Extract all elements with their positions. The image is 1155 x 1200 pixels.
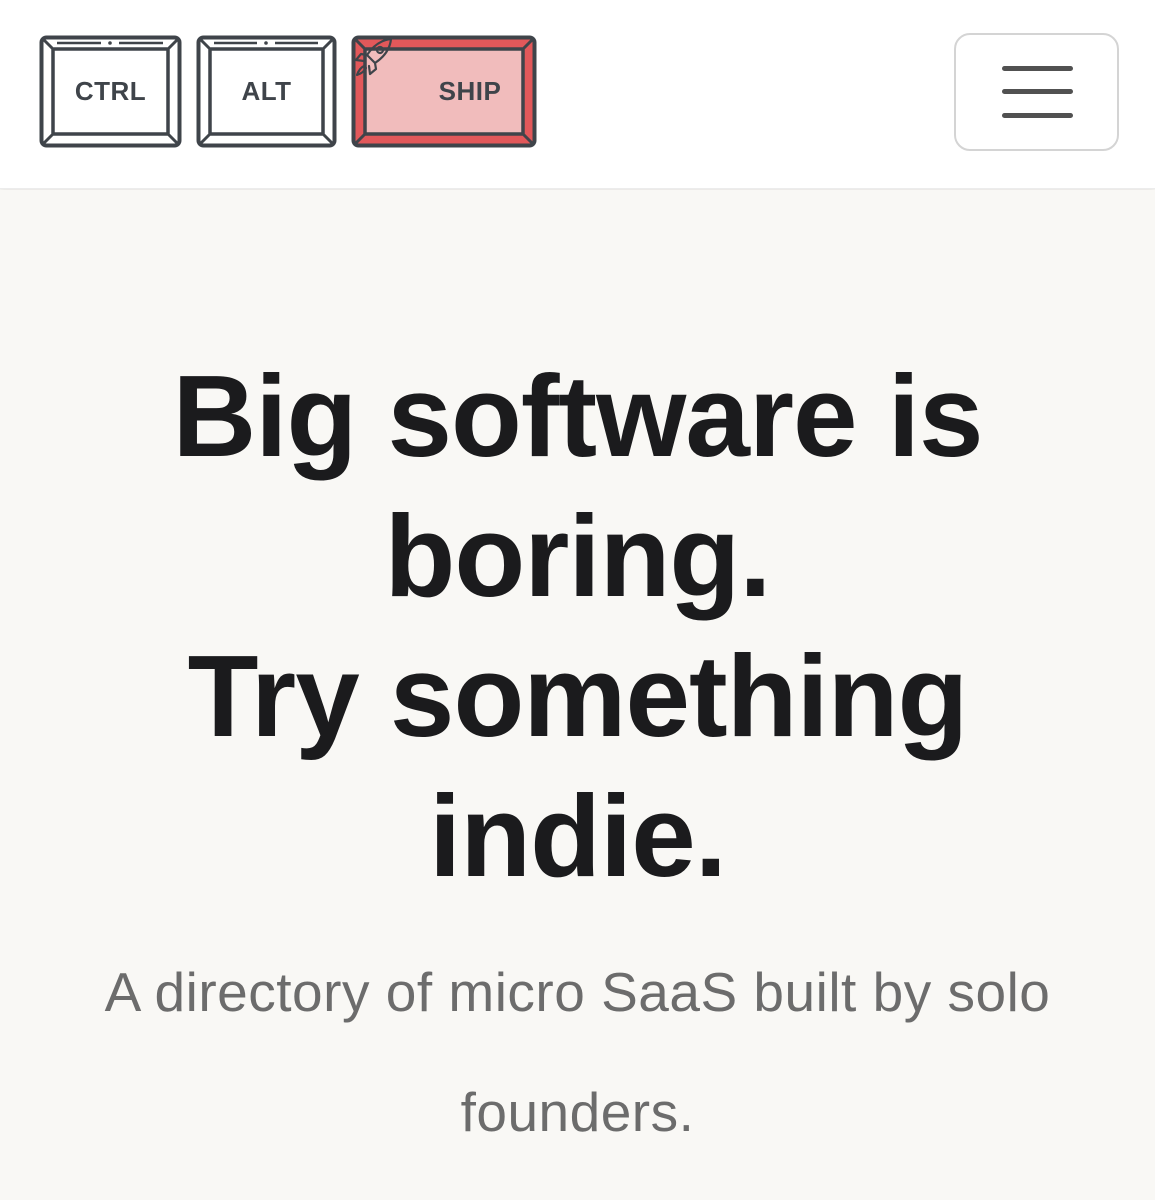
keycap-ship: SHIP [351,35,537,148]
hamburger-icon-bar [1002,89,1073,94]
hero-section: Big software is boring. Try something in… [0,190,1155,1200]
headline-line: boring. [384,491,771,621]
keycap-alt-label: ALT [241,76,292,106]
hamburger-icon-bar [1002,113,1073,118]
menu-button[interactable] [954,33,1119,151]
site-header: CTRL ALT SHIP [0,0,1155,189]
hamburger-icon [1002,66,1073,71]
hero-subtitle: A directory of micro SaaS built by solo … [104,961,1051,1143]
hero-headline: Big software is boring. Try something in… [40,346,1115,906]
keycap-ctrl: CTRL [39,35,182,148]
keycap-alt: ALT [196,35,337,148]
keycap-ctrl-label: CTRL [74,76,147,106]
keycap-ship-label: SHIP [438,76,502,106]
logo-ctrl-alt-ship[interactable]: CTRL ALT SHIP [39,35,539,150]
headline-line: indie. [429,771,727,901]
headline-line: Try something [187,631,969,761]
headline-line: Big software is [172,351,983,481]
